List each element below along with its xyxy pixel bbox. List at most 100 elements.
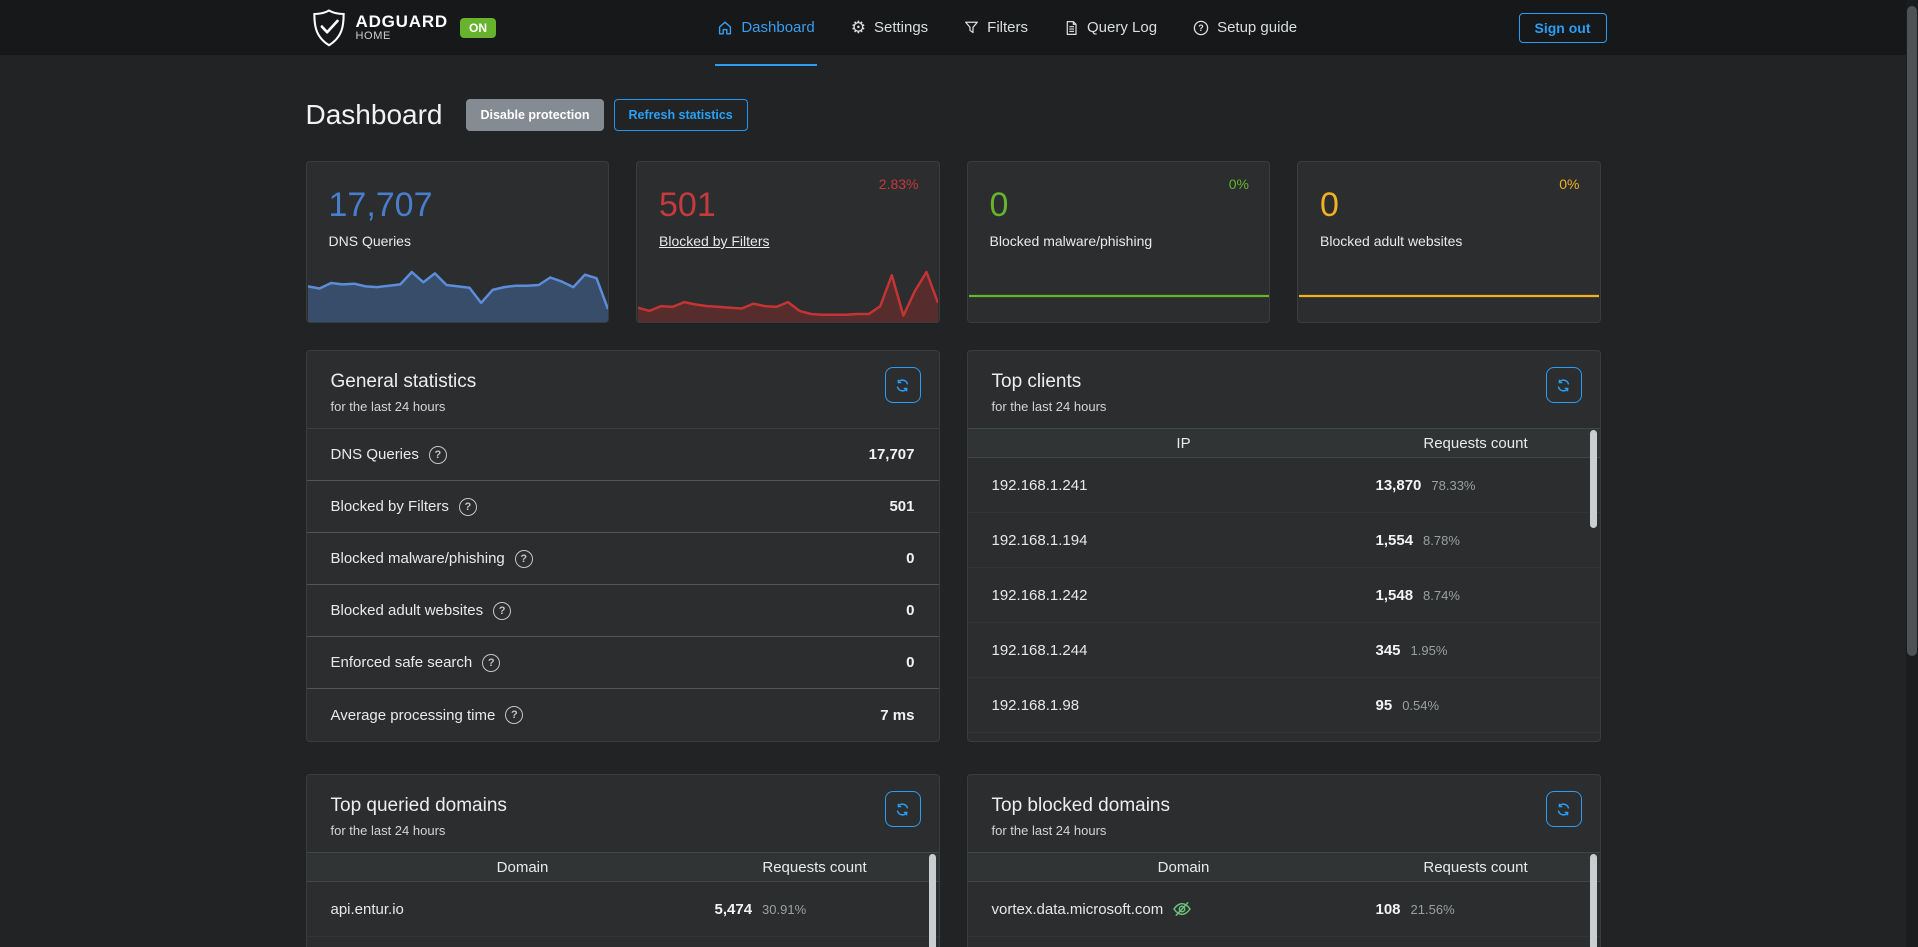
requests-count: 345: [1376, 642, 1401, 659]
page-scrollbar: [1906, 0, 1918, 947]
stats-row-label: Average processing time: [331, 707, 496, 724]
refresh-icon: [1556, 378, 1571, 393]
help-icon[interactable]: ?: [429, 446, 447, 464]
disable-protection-button[interactable]: Disable protection: [466, 99, 603, 131]
brand-name: ADGUARD: [356, 13, 448, 31]
domain-link[interactable]: api.entur.io: [331, 901, 715, 918]
refresh-icon-button[interactable]: [1546, 791, 1582, 827]
stats-row-label: DNS Queries: [331, 446, 419, 463]
main-nav: Dashboard ⚙ Settings Filters Query L: [496, 0, 1519, 55]
requests-percent: 21.56%: [1411, 902, 1455, 917]
document-icon: [1064, 20, 1079, 36]
brand-subname: HOME: [356, 31, 448, 43]
blocked-filters-link[interactable]: Blocked by Filters: [659, 233, 769, 249]
stats-row-value: 0: [906, 602, 914, 619]
table-scrollbar-thumb[interactable]: [1590, 430, 1597, 528]
protection-status-badge: ON: [460, 18, 496, 38]
client-ip-link[interactable]: 192.168.1.241: [992, 477, 1376, 494]
panel-subtitle: for the last 24 hours: [331, 399, 915, 414]
nav-label: Dashboard: [741, 19, 814, 36]
stats-row: Blocked malware/phishing? 0: [307, 533, 939, 585]
nav-label: Query Log: [1087, 19, 1157, 36]
blocked-adult-label: Blocked adult websites: [1320, 233, 1578, 249]
requests-count: 1,548: [1376, 587, 1414, 604]
page-title: Dashboard: [306, 99, 443, 131]
sign-out-button[interactable]: Sign out: [1519, 13, 1607, 43]
table-header: Domain Requests count: [968, 852, 1600, 882]
stats-row-label: Blocked malware/phishing: [331, 550, 505, 567]
client-row: 192.168.1.242 1,5488.74%: [968, 568, 1600, 623]
client-ip-link[interactable]: 192.168.1.98: [992, 697, 1376, 714]
blocked-filters-card: 2.83% 501 Blocked by Filters: [636, 161, 940, 323]
requests-percent: 30.91%: [762, 902, 806, 917]
requests-count: 95: [1376, 697, 1393, 714]
help-circle-icon: ?: [1193, 20, 1209, 36]
stats-row-label: Blocked by Filters: [331, 498, 449, 515]
help-icon[interactable]: ?: [459, 498, 477, 516]
refresh-statistics-button[interactable]: Refresh statistics: [614, 99, 748, 131]
blocked-malware-card: 0% 0 Blocked malware/phishing: [967, 161, 1271, 323]
requests-percent: 8.78%: [1423, 533, 1460, 548]
client-ip-link[interactable]: 192.168.1.194: [992, 532, 1376, 549]
blocked-adult-percent: 0%: [1559, 176, 1579, 192]
help-icon[interactable]: ?: [505, 706, 523, 724]
nav-label: Settings: [874, 19, 928, 36]
domain-link[interactable]: vortex.data.microsoft.com: [992, 901, 1164, 918]
top-navigation-bar: ADGUARD HOME ON Dashboard ⚙ Settings: [0, 0, 1918, 55]
stats-row: Blocked by Filters? 501: [307, 481, 939, 533]
top-queried-domains-panel: Top queried domains for the last 24 hour…: [306, 774, 940, 947]
stats-row-label: Enforced safe search: [331, 654, 473, 671]
table-scrollbar-thumb[interactable]: [1590, 854, 1597, 947]
refresh-icon: [1556, 802, 1571, 817]
stats-row-value: 0: [906, 550, 914, 567]
refresh-icon: [895, 802, 910, 817]
help-icon[interactable]: ?: [482, 654, 500, 672]
nav-item-dashboard[interactable]: Dashboard: [717, 0, 814, 55]
column-header-ip: IP: [992, 435, 1376, 452]
client-ip-link[interactable]: 192.168.1.242: [992, 587, 1376, 604]
client-row: 192.168.1.244 3451.95%: [968, 623, 1600, 678]
requests-count: 108: [1376, 901, 1401, 918]
svg-text:?: ?: [1198, 23, 1204, 33]
blocked-adult-value: 0: [1320, 186, 1578, 225]
stats-row-label: Blocked adult websites: [331, 602, 484, 619]
stat-cards-row: 17,707 DNS Queries 2.83% 501 Blocked by …: [306, 161, 1601, 323]
stats-row: Average processing time? 7 ms: [307, 689, 939, 741]
help-icon[interactable]: ?: [493, 602, 511, 620]
shield-check-icon: [312, 9, 346, 47]
page-scrollbar-thumb[interactable]: [1907, 6, 1917, 656]
domain-row: vortex.data.microsoft.com 108 21.56%: [968, 882, 1600, 937]
requests-percent: 0.54%: [1402, 698, 1439, 713]
nav-item-query-log[interactable]: Query Log: [1064, 0, 1157, 55]
nav-label: Filters: [987, 19, 1028, 36]
dns-queries-value: 17,707: [329, 186, 587, 225]
stats-row-value: 0: [906, 654, 914, 671]
domain-row: api.entur.io 5,47430.91%: [307, 882, 939, 937]
stats-row-value: 17,707: [869, 446, 915, 463]
nav-item-setup-guide[interactable]: ? Setup guide: [1193, 0, 1297, 55]
blocked-filters-percent: 2.83%: [879, 176, 919, 192]
panel-subtitle: for the last 24 hours: [331, 823, 915, 838]
stats-row: Enforced safe search? 0: [307, 637, 939, 689]
blocked-malware-label: Blocked malware/phishing: [990, 233, 1248, 249]
refresh-icon: [895, 378, 910, 393]
general-statistics-panel: General statistics for the last 24 hours…: [306, 350, 940, 742]
nav-item-settings[interactable]: ⚙ Settings: [851, 0, 928, 55]
requests-count: 13,870: [1376, 477, 1422, 494]
column-header-requests: Requests count: [1376, 859, 1576, 876]
client-ip-link[interactable]: 192.168.1.244: [992, 642, 1376, 659]
top-blocked-domains-panel: Top blocked domains for the last 24 hour…: [967, 774, 1601, 947]
refresh-icon-button[interactable]: [885, 791, 921, 827]
blocked-filters-sparkline: [638, 264, 938, 322]
adguard-home-logo[interactable]: ADGUARD HOME: [312, 9, 448, 47]
nav-label: Setup guide: [1217, 19, 1297, 36]
refresh-icon-button[interactable]: [885, 367, 921, 403]
eye-slash-icon: [1172, 899, 1192, 919]
dns-queries-card: 17,707 DNS Queries: [306, 161, 610, 323]
help-icon[interactable]: ?: [515, 550, 533, 568]
nav-item-filters[interactable]: Filters: [964, 0, 1028, 55]
refresh-icon-button[interactable]: [1546, 367, 1582, 403]
stats-row-value: 501: [889, 498, 914, 515]
table-scrollbar-thumb[interactable]: [929, 854, 936, 947]
column-header-domain: Domain: [331, 859, 715, 876]
